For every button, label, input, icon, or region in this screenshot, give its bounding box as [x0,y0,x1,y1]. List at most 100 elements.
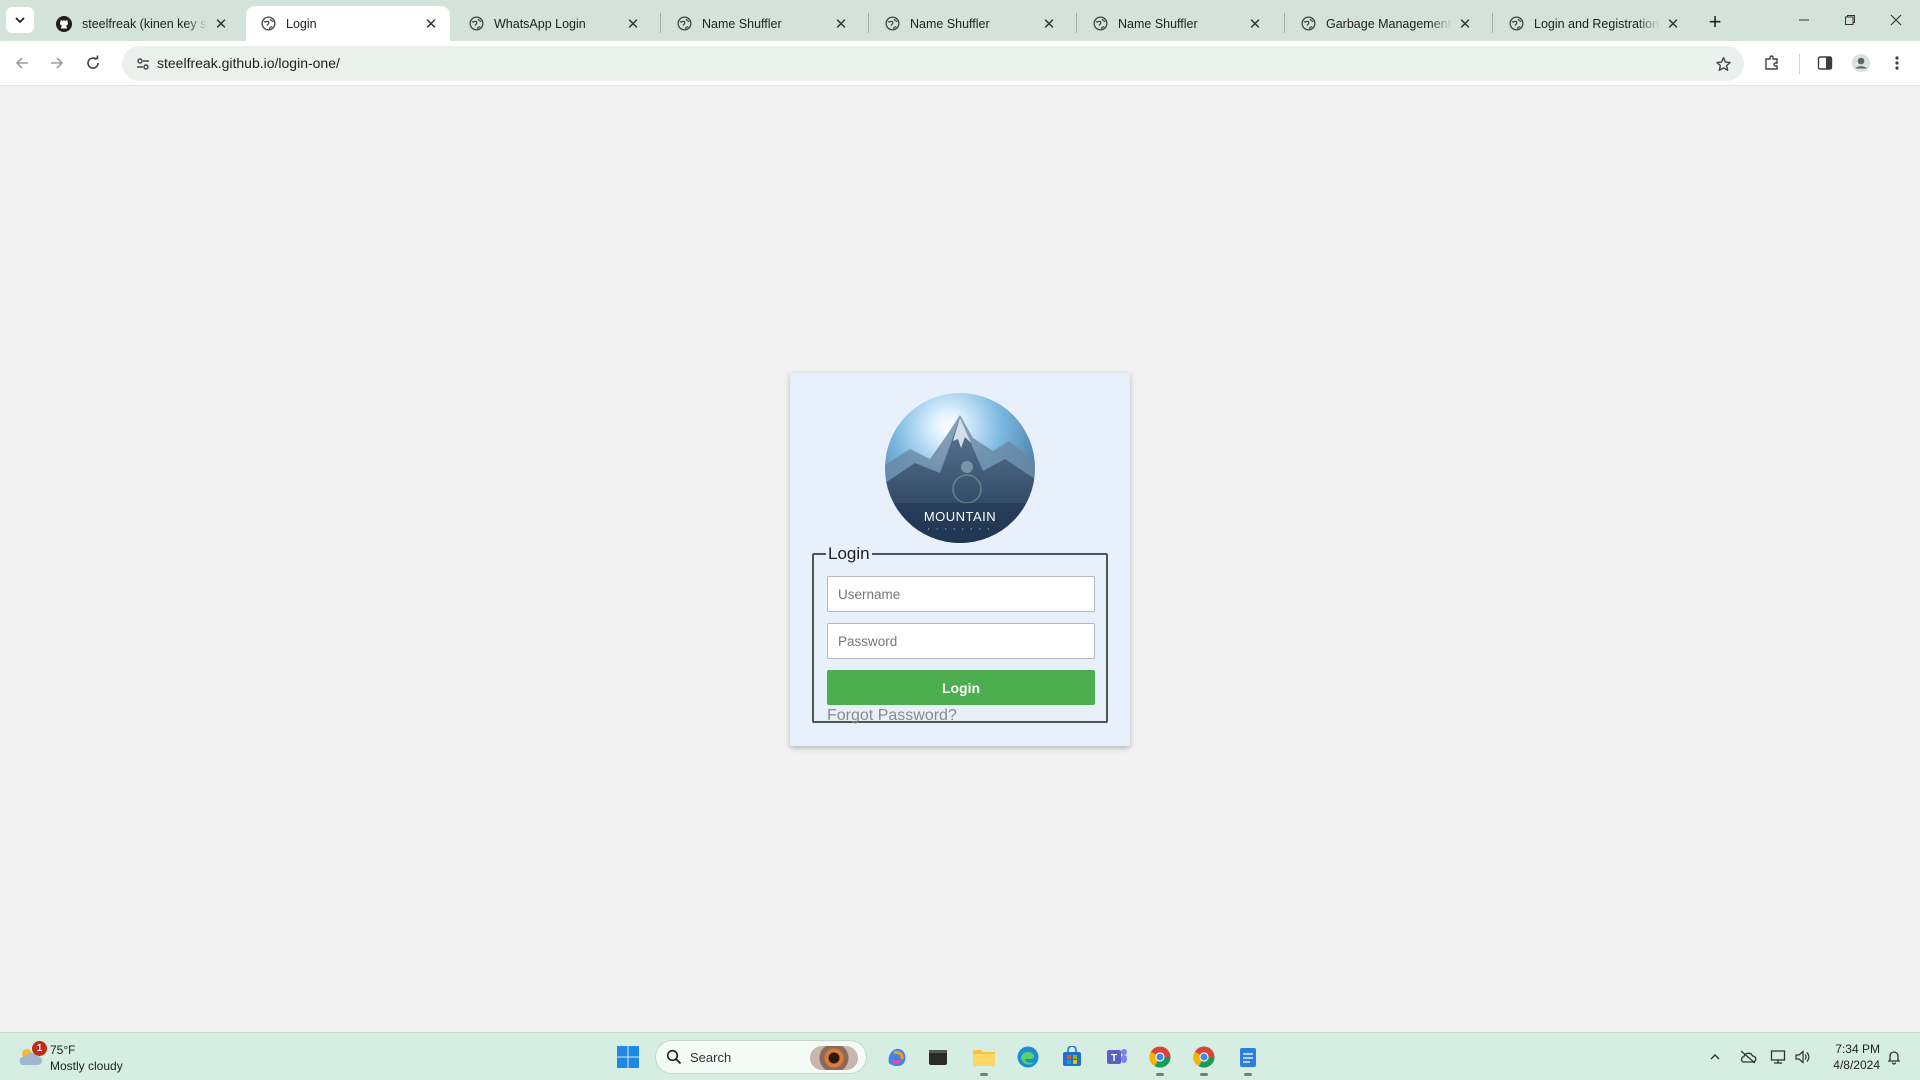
notification-badge: 1 [32,1041,47,1056]
notifications-button[interactable] [1884,1047,1904,1067]
taskbar-notepad[interactable] [1232,1041,1264,1076]
site-info-button[interactable] [130,51,156,77]
tab-title: Name Shuffler [702,16,782,31]
weather-widget[interactable]: 1 75°F Mostly cloudy [16,1039,166,1075]
extensions-button[interactable] [1757,48,1787,78]
bookmark-button[interactable] [1710,51,1736,77]
tab-name-shuffler-1[interactable]: Name Shuffler ✕ [662,6,860,41]
notepad-icon [1240,1048,1256,1067]
running-indicator [1244,1073,1252,1076]
close-window-button[interactable] [1873,0,1919,40]
kebab-menu-icon [1895,56,1899,70]
taskbar-file-explorer[interactable] [968,1041,1000,1076]
close-icon[interactable]: ✕ [624,15,642,33]
svg-text:T: T [1111,1053,1117,1064]
minimize-button[interactable] [1781,0,1827,40]
search-placeholder: Search [690,1050,732,1065]
browser-toolbar: steelfreak.github.io/login-one/ [0,41,1920,86]
menu-button[interactable] [1882,48,1912,78]
url-text: steelfreak.github.io/login-one/ [157,55,340,71]
speaker-icon [1795,1050,1810,1064]
tab-separator [1492,13,1493,33]
onedrive-status[interactable] [1738,1047,1758,1067]
new-tab-button[interactable]: + [1702,9,1728,35]
address-bar[interactable]: steelfreak.github.io/login-one/ [122,46,1744,81]
tab-strip: steelfreak (kinen key sam ✕ Login ✕ What… [0,0,1920,41]
side-panel-button[interactable] [1810,48,1840,78]
close-icon[interactable]: ✕ [1664,15,1682,33]
taskbar-search[interactable]: Search [655,1040,867,1074]
system-clock[interactable]: 7:34 PM 4/8/2024 [1826,1041,1880,1073]
profile-button[interactable] [1846,48,1876,78]
tab-title: Garbage Management Sy [1326,16,1452,31]
username-input[interactable] [827,576,1095,612]
tab-separator [1284,13,1285,33]
forgot-password-link[interactable]: Forgot Password? [827,707,957,725]
taskbar-app-black[interactable] [922,1041,954,1073]
close-icon[interactable]: ✕ [832,15,850,33]
bell-icon [1887,1051,1901,1065]
restore-button[interactable] [1827,0,1873,40]
github-icon [56,15,72,32]
start-button[interactable] [612,1041,644,1073]
taskbar-edge[interactable] [1012,1041,1044,1073]
mountain-logo: MOUNTAIN • • • • • • • • [885,393,1035,543]
close-icon[interactable]: ✕ [1040,15,1058,33]
password-input[interactable] [827,623,1095,659]
taskbar-teams[interactable]: T [1101,1041,1133,1073]
app-window-icon [929,1050,947,1065]
volume-status[interactable] [1792,1047,1812,1067]
taskbar-chrome-2[interactable] [1188,1041,1220,1076]
network-icon [1770,1050,1786,1064]
tab-github[interactable]: steelfreak (kinen key sam ✕ [42,6,240,41]
close-icon[interactable]: ✕ [1246,15,1264,33]
restore-icon [1845,15,1855,25]
taskbar-store[interactable] [1056,1041,1088,1073]
login-button[interactable]: Login [827,670,1095,705]
arrow-right-icon [51,57,64,69]
teams-icon: T [1107,1049,1127,1064]
arrow-left-icon [15,57,28,69]
cloud-offline-icon [1740,1050,1757,1064]
tab-garbage-management[interactable]: Garbage Management Sy ✕ [1286,6,1484,41]
network-status[interactable] [1768,1047,1788,1067]
taskbar: 1 75°F Mostly cloudy Search T 7:34 PM 4/… [0,1032,1920,1080]
globe-icon [1300,16,1316,32]
tab-title: Name Shuffler [910,16,990,31]
back-button[interactable] [7,48,37,78]
close-icon[interactable]: ✕ [422,15,440,33]
running-indicator [1156,1073,1164,1076]
copilot-icon [888,1048,906,1066]
login-legend: Login [828,544,870,563]
globe-icon [884,16,900,32]
tab-whatsapp-login[interactable]: WhatsApp Login ✕ [454,6,652,41]
close-icon[interactable]: ✕ [212,15,230,33]
side-panel-icon [1817,56,1833,70]
tab-search-button[interactable] [6,7,34,33]
tab-login[interactable]: Login ✕ [246,6,450,41]
tab-separator [660,13,661,33]
taskbar-copilot[interactable] [881,1041,913,1073]
taskbar-chrome-1[interactable] [1144,1041,1176,1076]
tab-title: Name Shuffler [1118,16,1198,31]
toolbar-divider [1799,54,1800,74]
tab-name-shuffler-2[interactable]: Name Shuffler ✕ [870,6,1068,41]
tab-separator [1076,13,1077,33]
weather-description: Mostly cloudy [50,1059,123,1073]
search-highlight-image [810,1046,858,1070]
forward-button[interactable] [42,48,72,78]
minimize-icon [1799,19,1809,21]
tab-login-registration[interactable]: Login and Registration Sy ✕ [1494,6,1692,41]
show-hidden-icons-button[interactable] [1705,1047,1725,1067]
folder-icon [973,1050,995,1066]
running-indicator [1200,1073,1208,1076]
tab-title: Login [286,16,317,31]
reload-button[interactable] [78,48,108,78]
search-icon [666,1049,682,1065]
tab-name-shuffler-3[interactable]: Name Shuffler ✕ [1078,6,1274,41]
close-icon[interactable]: ✕ [1456,15,1474,33]
clock-time: 7:34 PM [1835,1042,1880,1056]
logo-text: MOUNTAIN [923,509,997,524]
weather-temperature: 75°F [50,1043,76,1057]
chrome-icon [1193,1046,1215,1068]
